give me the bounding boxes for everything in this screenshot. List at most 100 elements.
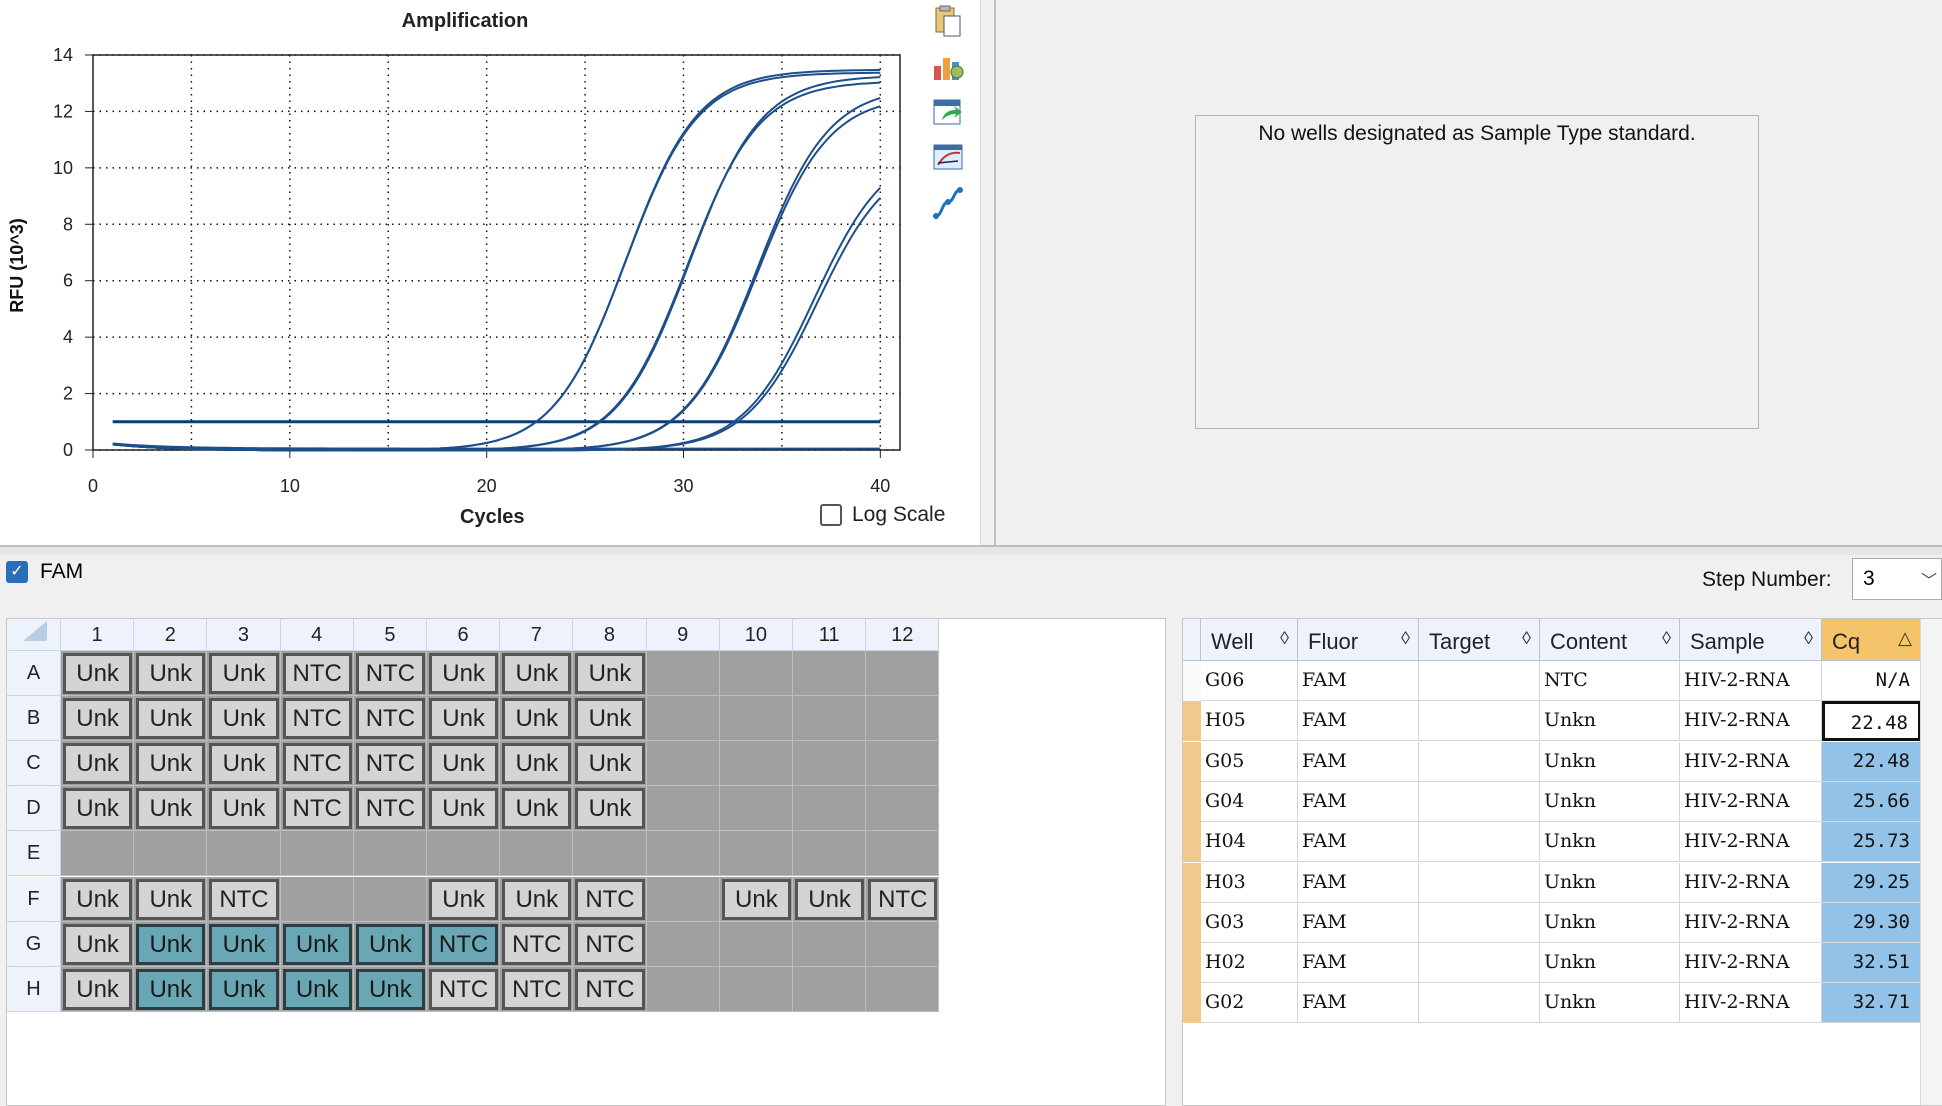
- table-cell-cq[interactable]: 25.73: [1822, 822, 1921, 863]
- row-marker[interactable]: [1183, 701, 1201, 742]
- plate-well[interactable]: Unk: [502, 653, 572, 695]
- sort-icon[interactable]: ◊: [1804, 628, 1813, 649]
- plate-well-empty[interactable]: [646, 786, 720, 832]
- plate-well[interactable]: NTC: [429, 968, 499, 1010]
- plate-row-header[interactable]: F: [7, 876, 61, 922]
- plate-well-empty[interactable]: [134, 831, 208, 877]
- table-header-sample[interactable]: Sample ◊: [1680, 619, 1822, 661]
- table-cell-content[interactable]: Unkn: [1540, 983, 1680, 1024]
- table-cell-sample[interactable]: HIV-2-RNA: [1680, 701, 1822, 742]
- table-cell-target[interactable]: [1419, 983, 1540, 1024]
- table-header-content[interactable]: Content ◊: [1540, 619, 1680, 661]
- plate-well-empty[interactable]: [793, 921, 867, 967]
- plate-well[interactable]: Unk: [429, 698, 499, 740]
- row-marker[interactable]: [1183, 781, 1201, 822]
- fam-checkbox[interactable]: ✓: [6, 561, 28, 583]
- plate-well[interactable]: Unk: [282, 968, 352, 1010]
- table-cell-cq[interactable]: 22.48: [1822, 701, 1921, 742]
- plate-well[interactable]: Unk: [429, 878, 499, 920]
- log-scale-toggle[interactable]: Log Scale: [820, 503, 945, 527]
- table-cell-sample[interactable]: HIV-2-RNA: [1680, 943, 1822, 984]
- plate-well-empty[interactable]: [353, 876, 427, 922]
- plate-column-header[interactable]: 5: [353, 619, 427, 651]
- plate-well[interactable]: Unk: [575, 788, 645, 830]
- plate-well-empty[interactable]: [866, 831, 940, 877]
- plate-column-header[interactable]: 1: [61, 619, 135, 651]
- table-cell-content[interactable]: Unkn: [1540, 943, 1680, 984]
- plate-well[interactable]: Unk: [209, 698, 279, 740]
- table-scrollbar[interactable]: [1920, 619, 1942, 1105]
- plate-well[interactable]: Unk: [502, 878, 572, 920]
- plate-well[interactable]: Unk: [209, 923, 279, 965]
- row-marker[interactable]: [1183, 943, 1201, 984]
- table-header-cq[interactable]: Cq △: [1822, 619, 1921, 661]
- plate-well[interactable]: Unk: [575, 743, 645, 785]
- table-cell-well[interactable]: H05: [1201, 701, 1298, 742]
- plate-well[interactable]: NTC: [575, 878, 645, 920]
- table-cell-sample[interactable]: HIV-2-RNA: [1680, 983, 1822, 1024]
- plate-well-empty[interactable]: [793, 831, 867, 877]
- plate-well-empty[interactable]: [280, 876, 354, 922]
- table-cell-fluor[interactable]: FAM: [1298, 781, 1419, 822]
- table-cell-fluor[interactable]: FAM: [1298, 902, 1419, 943]
- plate-column-header[interactable]: 9: [646, 619, 720, 651]
- plate-column-header[interactable]: 7: [500, 619, 574, 651]
- sort-icon[interactable]: ◊: [1280, 628, 1289, 649]
- table-cell-cq[interactable]: 29.30: [1822, 902, 1921, 943]
- copy-icon[interactable]: [930, 4, 966, 40]
- plate-well-empty[interactable]: [719, 741, 793, 787]
- row-marker[interactable]: [1183, 661, 1201, 701]
- plate-well-empty[interactable]: [793, 651, 867, 697]
- plate-well[interactable]: Unk: [502, 698, 572, 740]
- table-cell-target[interactable]: [1419, 781, 1540, 822]
- amplification-chart[interactable]: 0 10 20 30 40 0 2 4 6 8 10 12 14: [0, 0, 920, 545]
- plate-well[interactable]: Unk: [63, 653, 133, 695]
- plate-column-header[interactable]: 4: [280, 619, 354, 651]
- table-cell-cq[interactable]: 25.66: [1822, 781, 1921, 822]
- plate-well-empty[interactable]: [646, 876, 720, 922]
- log-scale-checkbox[interactable]: [820, 504, 842, 526]
- table-cell-well[interactable]: G04: [1201, 781, 1298, 822]
- plate-well[interactable]: Unk: [209, 968, 279, 1010]
- table-cell-content[interactable]: Unkn: [1540, 822, 1680, 863]
- table-cell-target[interactable]: [1419, 943, 1540, 984]
- row-marker[interactable]: [1183, 902, 1201, 943]
- select-all-icon[interactable]: [19, 619, 49, 643]
- row-marker[interactable]: [1183, 862, 1201, 903]
- plate-well-empty[interactable]: [646, 696, 720, 742]
- plate-well[interactable]: Unk: [502, 743, 572, 785]
- table-cell-fluor[interactable]: FAM: [1298, 822, 1419, 863]
- plate-well-empty[interactable]: [500, 831, 574, 877]
- plate-well[interactable]: Unk: [63, 743, 133, 785]
- plate-well-empty[interactable]: [719, 696, 793, 742]
- plate-well[interactable]: NTC: [282, 698, 352, 740]
- plate-well-empty[interactable]: [573, 831, 647, 877]
- table-cell-content[interactable]: Unkn: [1540, 701, 1680, 742]
- plate-well[interactable]: NTC: [502, 968, 572, 1010]
- plate-well[interactable]: NTC: [282, 743, 352, 785]
- table-cell-well[interactable]: G03: [1201, 902, 1298, 943]
- plate-well[interactable]: Unk: [429, 743, 499, 785]
- plate-well[interactable]: Unk: [209, 743, 279, 785]
- plate-well[interactable]: Unk: [209, 788, 279, 830]
- table-cell-fluor[interactable]: FAM: [1298, 741, 1419, 782]
- plate-well[interactable]: NTC: [575, 968, 645, 1010]
- plate-well[interactable]: Unk: [355, 923, 425, 965]
- plate-well-empty[interactable]: [719, 651, 793, 697]
- table-cell-fluor[interactable]: FAM: [1298, 701, 1419, 742]
- sort-icon[interactable]: ◊: [1662, 628, 1671, 649]
- plate-well[interactable]: Unk: [795, 878, 865, 920]
- row-marker[interactable]: [1183, 983, 1201, 1024]
- plate-row-header[interactable]: A: [7, 651, 61, 697]
- plate-well-empty[interactable]: [793, 741, 867, 787]
- plate-well[interactable]: Unk: [63, 788, 133, 830]
- plate-well-empty[interactable]: [866, 921, 940, 967]
- plate-row-header[interactable]: C: [7, 741, 61, 787]
- plate-well[interactable]: Unk: [63, 878, 133, 920]
- plate-well[interactable]: NTC: [355, 788, 425, 830]
- table-cell-well[interactable]: H03: [1201, 862, 1298, 903]
- plate-well[interactable]: Unk: [136, 878, 206, 920]
- step-number-select[interactable]: 3 ﹀: [1852, 558, 1942, 600]
- plate-well[interactable]: Unk: [721, 878, 791, 920]
- plate-well[interactable]: NTC: [502, 923, 572, 965]
